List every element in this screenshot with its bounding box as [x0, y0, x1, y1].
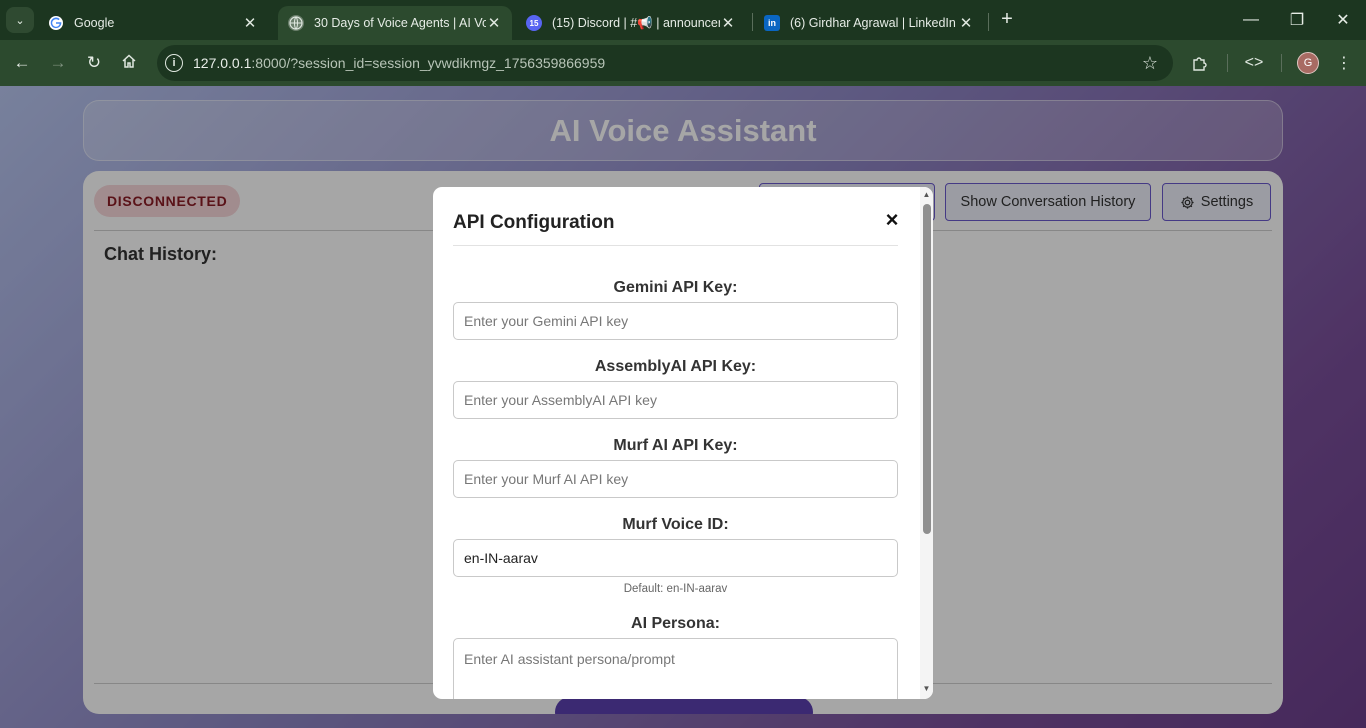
assemblyai-key-label: AssemblyAI API Key: [594, 358, 757, 375]
minimize-icon: — [1243, 11, 1259, 28]
tab-title: Google [74, 16, 115, 30]
close-tab-icon[interactable]: ✕ [242, 14, 258, 32]
persona-textarea[interactable] [453, 638, 898, 699]
close-modal-button[interactable]: × [881, 208, 903, 232]
modal-divider [453, 245, 898, 246]
site-info-icon[interactable]: i [165, 54, 183, 72]
close-tab-icon[interactable]: ✕ [958, 14, 974, 32]
murf-key-label: Murf AI API Key: [613, 437, 738, 454]
close-icon: ✕ [1336, 12, 1350, 29]
globe-icon [288, 15, 304, 31]
browser-tab-strip: ⌄ Google ✕ 30 Days of Voice Agents | AI … [0, 0, 1366, 40]
bookmark-star-icon[interactable]: ☆ [1137, 53, 1163, 74]
back-button[interactable]: ← [9, 50, 35, 76]
close-tab-icon[interactable]: ✕ [720, 14, 736, 32]
tab-search-button[interactable]: ⌄ [6, 7, 34, 33]
new-tab-button[interactable]: + [996, 9, 1018, 31]
reload-button[interactable]: ↻ [81, 50, 107, 76]
address-bar[interactable]: i 127.0.0.1:8000/?session_id=session_yvw… [157, 45, 1173, 81]
tab-google[interactable]: Google ✕ [38, 6, 268, 40]
google-icon [48, 15, 64, 31]
voice-id-input[interactable] [453, 539, 898, 577]
voice-id-label: Murf Voice ID: [622, 516, 729, 533]
persona-label: AI Persona: [631, 615, 720, 632]
notification-badge: 15 [529, 18, 539, 28]
arrow-left-icon: ← [13, 53, 31, 72]
assemblyai-key-input[interactable] [453, 381, 898, 419]
murf-key-input[interactable] [453, 460, 898, 498]
devtools-code-icon[interactable]: <> [1242, 52, 1266, 74]
home-icon [121, 53, 137, 74]
home-button[interactable] [116, 50, 142, 76]
forward-button[interactable]: → [45, 50, 71, 76]
chevron-down-icon: ⌄ [15, 14, 25, 27]
close-window-button[interactable]: ✕ [1320, 6, 1366, 34]
more-menu-icon[interactable]: ⋮ [1332, 52, 1356, 74]
close-icon: × [885, 207, 899, 232]
scroll-thumb[interactable] [923, 204, 931, 534]
gemini-key-input[interactable] [453, 302, 898, 340]
tab-linkedin[interactable]: in (6) Girdhar Agrawal | LinkedIn ✕ [754, 6, 984, 40]
reload-icon: ↻ [86, 53, 102, 72]
tab-voice-agents[interactable]: 30 Days of Voice Agents | AI Voi ✕ [278, 6, 512, 40]
scroll-up-arrow-icon[interactable]: ▲ [920, 189, 933, 201]
scroll-down-arrow-icon[interactable]: ▼ [920, 683, 933, 695]
tab-title: (15) Discord | #📢 | announceme [552, 15, 720, 30]
profile-avatar[interactable]: G [1297, 52, 1319, 74]
restore-icon: ❐ [1289, 12, 1305, 29]
url-text: 127.0.0.1:8000/?session_id=session_yvwdi… [193, 55, 1137, 71]
tab-title: 30 Days of Voice Agents | AI Voi [314, 16, 486, 30]
browser-toolbar: ← → ↻ i 127.0.0.1:8000/?session_id=sessi… [0, 40, 1366, 86]
tab-separator [988, 13, 989, 31]
modal-scrollbar[interactable]: ▲ ▼ [920, 187, 933, 699]
tab-separator [752, 13, 753, 31]
restore-button[interactable]: ❐ [1274, 6, 1320, 34]
page-viewport: AI Voice Assistant DISCONNECTED Show Con… [0, 86, 1366, 728]
modal-title: API Configuration [453, 212, 615, 233]
api-config-modal: API Configuration × Gemini API Key: Asse… [433, 187, 933, 699]
arrow-right-icon: → [49, 53, 67, 72]
gemini-key-label: Gemini API Key: [613, 279, 738, 296]
tab-title: (6) Girdhar Agrawal | LinkedIn [790, 16, 956, 30]
extensions-icon[interactable] [1188, 52, 1212, 74]
url-path: :8000/?session_id=session_yvwdikmgz_1756… [251, 55, 606, 71]
tab-discord[interactable]: 15 (15) Discord | #📢 | announceme ✕ [516, 6, 746, 40]
discord-icon: 15 [526, 15, 542, 31]
close-tab-icon[interactable]: ✕ [486, 14, 502, 32]
voice-id-hint: Default: en-IN-aarav [623, 583, 728, 595]
toolbar-divider [1227, 54, 1228, 72]
toolbar-divider [1281, 54, 1282, 72]
minimize-button[interactable]: — [1228, 6, 1274, 34]
linkedin-icon: in [764, 15, 780, 31]
url-host: 127.0.0.1 [193, 55, 252, 71]
plus-icon: + [1001, 8, 1013, 30]
